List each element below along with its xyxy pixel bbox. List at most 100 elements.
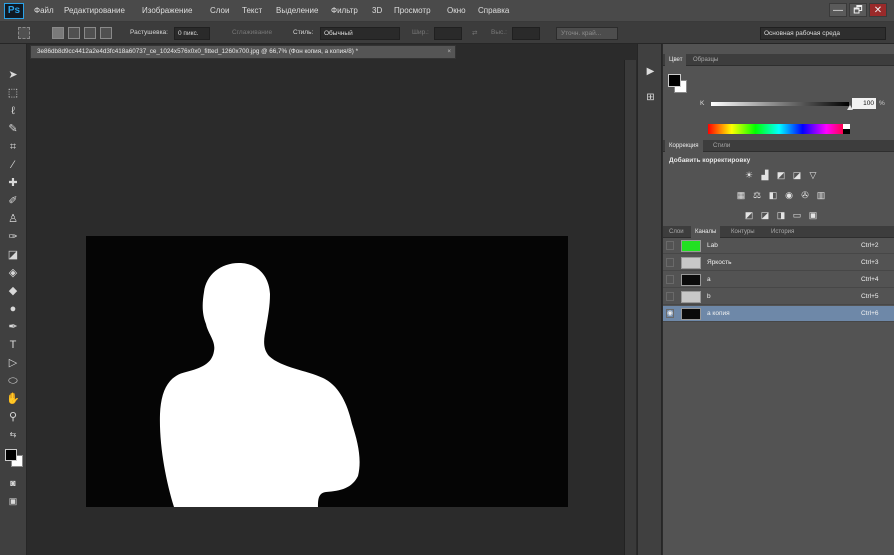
- curves-icon[interactable]: ◩: [775, 170, 787, 181]
- menu-select[interactable]: Выделение: [276, 6, 318, 15]
- quick-mask-icon[interactable]: ◙: [3, 474, 23, 492]
- foreground-color-swatch[interactable]: [5, 449, 17, 461]
- levels-icon[interactable]: ▟: [759, 170, 771, 181]
- channel-row[interactable]: Яркость Ctrl+3: [663, 255, 894, 271]
- width-input[interactable]: [434, 27, 462, 40]
- add-selection-icon[interactable]: [68, 27, 80, 39]
- menu-help[interactable]: Справка: [478, 6, 509, 15]
- feather-input[interactable]: 0 пикс.: [174, 27, 210, 40]
- panel-foreground-swatch[interactable]: [668, 74, 681, 87]
- visibility-toggle-icon[interactable]: [666, 241, 674, 250]
- width-label: Шир.:: [412, 29, 429, 36]
- marquee-tool-preset-icon[interactable]: [18, 27, 30, 39]
- black-white-icon[interactable]: ◧: [767, 190, 779, 201]
- brush-tool-icon[interactable]: ✐: [3, 192, 23, 210]
- history-brush-tool-icon[interactable]: ✑: [3, 228, 23, 246]
- visibility-toggle-icon[interactable]: [666, 292, 674, 301]
- k-value-input[interactable]: 100: [852, 98, 876, 109]
- canvas-area[interactable]: [30, 60, 622, 555]
- new-selection-icon[interactable]: [52, 27, 64, 39]
- color-lookup-icon[interactable]: ▥: [815, 190, 827, 201]
- collapsed-panel-dock: ▶ ⊞: [637, 44, 662, 555]
- menu-window[interactable]: Окно: [447, 6, 466, 15]
- document-tab[interactable]: 3e86db8d9cc4412a2e4d3fc418a60737_ce_1024…: [30, 45, 456, 59]
- menu-filter[interactable]: Фильтр: [331, 6, 358, 15]
- channel-row[interactable]: Lab Ctrl+2: [663, 238, 894, 254]
- screen-mode-icon[interactable]: ▣: [3, 492, 23, 510]
- channel-row[interactable]: a Ctrl+4: [663, 272, 894, 288]
- document-title: 3e86db8d9cc4412a2e4d3fc418a60737_ce_1024…: [37, 48, 359, 55]
- style-select[interactable]: Обычный: [320, 27, 400, 40]
- restore-button[interactable]: 🗗: [849, 3, 867, 17]
- channel-name: Яркость: [707, 259, 732, 266]
- pen-tool-icon[interactable]: ✒: [3, 318, 23, 336]
- color-balance-icon[interactable]: ⚖: [751, 190, 763, 201]
- gradient-map-icon[interactable]: ▭: [791, 210, 803, 221]
- menu-image[interactable]: Изображение: [142, 6, 192, 15]
- refine-edge-button[interactable]: Уточн. край...: [556, 27, 618, 40]
- zoom-tool-icon[interactable]: ⚲: [3, 408, 23, 426]
- menu-edit[interactable]: Редактирование: [64, 6, 125, 15]
- selective-color-icon[interactable]: ▣: [807, 210, 819, 221]
- lasso-tool-icon[interactable]: ℓ: [3, 102, 23, 120]
- antialias-checkbox[interactable]: Сглаживание: [232, 29, 272, 36]
- paint-bucket-tool-icon[interactable]: ◈: [3, 264, 23, 282]
- move-tool-icon[interactable]: ➤: [3, 66, 23, 84]
- swap-colors-icon[interactable]: ⇆: [3, 426, 23, 444]
- invert-icon[interactable]: ◩: [743, 210, 755, 221]
- menu-3d[interactable]: 3D: [372, 6, 382, 15]
- close-document-icon[interactable]: ×: [447, 46, 451, 58]
- menu-bar: Ps Файл Редактирование Изображение Слои …: [0, 0, 894, 22]
- document-canvas[interactable]: [86, 236, 568, 507]
- exposure-icon[interactable]: ◪: [791, 170, 803, 181]
- minimize-button[interactable]: —: [829, 3, 847, 17]
- person-silhouette-mask: [159, 262, 360, 507]
- channel-shortcut: Ctrl+5: [861, 293, 879, 300]
- brightness-icon[interactable]: ☀: [743, 170, 755, 181]
- intersect-selection-icon[interactable]: [100, 27, 112, 39]
- channel-row[interactable]: b Ctrl+5: [663, 289, 894, 305]
- swap-dimensions-icon[interactable]: ⇄: [472, 29, 477, 37]
- threshold-icon[interactable]: ◨: [775, 210, 787, 221]
- visibility-toggle-icon[interactable]: [666, 275, 674, 284]
- crop-tool-icon[interactable]: ⌗: [3, 138, 23, 156]
- menu-layers[interactable]: Слои: [210, 6, 229, 15]
- eyedropper-tool-icon[interactable]: ⁄: [3, 156, 23, 174]
- workspace-select[interactable]: Основная рабочая среда: [760, 27, 886, 40]
- marquee-tool-icon[interactable]: ⬚: [3, 84, 23, 102]
- hue-saturation-icon[interactable]: ▦: [735, 190, 747, 201]
- color-spectrum-ramp[interactable]: [708, 124, 850, 134]
- channel-row-selected[interactable]: ◉ а копия Ctrl+6: [663, 306, 894, 322]
- menu-text[interactable]: Текст: [242, 6, 262, 15]
- channel-mixer-icon[interactable]: ✇: [799, 190, 811, 201]
- channel-thumbnail: [681, 257, 701, 269]
- clone-stamp-tool-icon[interactable]: ♙: [3, 210, 23, 228]
- type-tool-icon[interactable]: T: [3, 336, 23, 354]
- dodge-tool-icon[interactable]: ●: [3, 300, 23, 318]
- channel-shortcut: Ctrl+6: [861, 310, 879, 317]
- black-white-ramp[interactable]: [843, 124, 850, 134]
- info-panel-icon[interactable]: ⊞: [643, 90, 658, 105]
- photo-filter-icon[interactable]: ◉: [783, 190, 795, 201]
- posterize-icon[interactable]: ◪: [759, 210, 771, 221]
- blur-tool-icon[interactable]: ◆: [3, 282, 23, 300]
- channels-panel: Lab Ctrl+2 Яркость Ctrl+3 a Ctrl+4 b Ctr…: [663, 228, 894, 555]
- menu-view[interactable]: Просмотр: [394, 6, 431, 15]
- quick-selection-tool-icon[interactable]: ✎: [3, 120, 23, 138]
- height-input[interactable]: [512, 27, 540, 40]
- subtract-selection-icon[interactable]: [84, 27, 96, 39]
- k-slider[interactable]: [711, 102, 849, 106]
- ellipse-tool-icon[interactable]: ⬭: [3, 372, 23, 390]
- path-selection-tool-icon[interactable]: ▷: [3, 354, 23, 372]
- play-icon[interactable]: ▶: [643, 64, 658, 79]
- vibrance-icon[interactable]: ▽: [807, 170, 819, 181]
- healing-brush-tool-icon[interactable]: ✚: [3, 174, 23, 192]
- channel-thumbnail: [681, 240, 701, 252]
- visibility-toggle-icon[interactable]: [666, 258, 674, 267]
- hand-tool-icon[interactable]: ✋: [3, 390, 23, 408]
- vertical-scrollbar[interactable]: [624, 60, 636, 555]
- menu-file[interactable]: Файл: [34, 6, 54, 15]
- eraser-tool-icon[interactable]: ◪: [3, 246, 23, 264]
- eye-icon[interactable]: ◉: [666, 309, 674, 318]
- close-window-button[interactable]: ✕: [869, 3, 887, 17]
